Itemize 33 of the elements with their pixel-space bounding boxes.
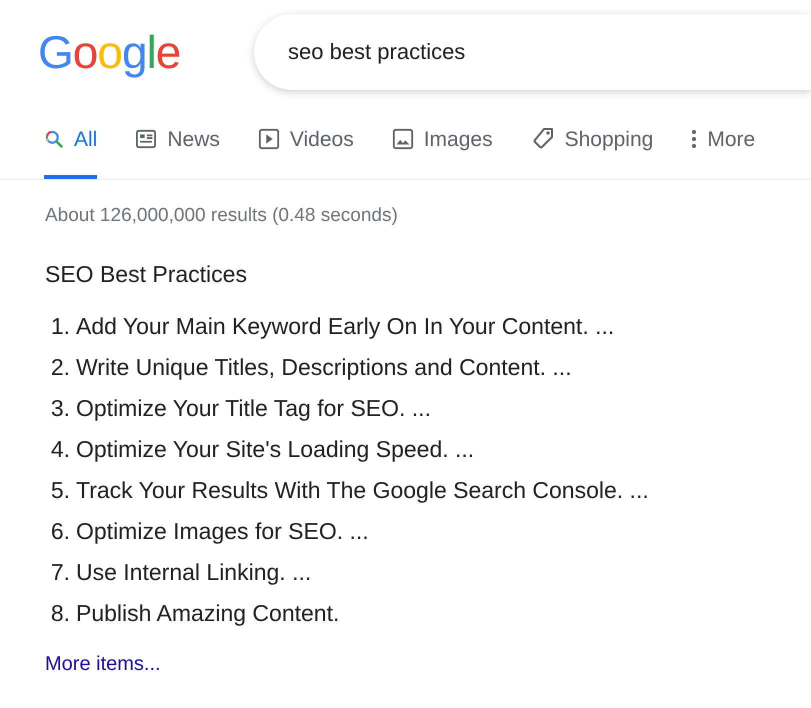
image-icon bbox=[392, 128, 414, 150]
tab[interactable]: News bbox=[135, 120, 220, 179]
list-number: 4. bbox=[50, 436, 71, 463]
search-field[interactable]: seo best practices bbox=[254, 14, 811, 90]
list-number: 8. bbox=[50, 600, 71, 627]
list-item-text: Add Your Main Keyword Early On In Your Content. ... bbox=[76, 313, 614, 340]
logo[interactable]: Google bbox=[38, 29, 188, 75]
tab[interactable]: More bbox=[691, 120, 756, 179]
list-number: 7. bbox=[50, 559, 71, 586]
tab[interactable]: Shopping bbox=[530, 120, 654, 179]
list-item-text: Optimize Images for SEO. ... bbox=[76, 518, 369, 545]
list-item-text: Track Your Results With The Google Search Console. ... bbox=[76, 477, 649, 504]
list-item-text: Use Internal Linking. ... bbox=[76, 559, 312, 586]
list-item-text: Write Unique Titles, Descriptions and Content. ... bbox=[76, 354, 572, 381]
more-vertical-icon bbox=[691, 129, 698, 150]
tab[interactable]: All bbox=[44, 120, 98, 179]
list-item-text: Optimize Your Title Tag for SEO. ... bbox=[76, 395, 431, 422]
list-number: 6. bbox=[50, 518, 71, 545]
play-icon bbox=[258, 128, 280, 150]
list-number: 2. bbox=[50, 354, 71, 381]
more-items-link[interactable]: More items... bbox=[45, 649, 811, 679]
list-item-text: Publish Amazing Content. bbox=[76, 600, 340, 627]
tab[interactable]: Images bbox=[392, 120, 493, 179]
list-item-text: Optimize Your Site's Loading Speed. ... bbox=[76, 436, 474, 463]
tab[interactable]: Videos bbox=[258, 120, 354, 179]
list-number: 5. bbox=[50, 477, 71, 504]
snippet-heading: SEO Best Practices bbox=[45, 260, 248, 288]
list-number: 3. bbox=[50, 395, 71, 422]
list-number: 1. bbox=[50, 313, 71, 340]
newspaper-icon bbox=[135, 129, 158, 150]
result-stats: About 126,000,000 results (0.48 seconds) bbox=[45, 204, 399, 228]
tag-icon bbox=[530, 127, 555, 152]
search-icon bbox=[44, 129, 64, 150]
